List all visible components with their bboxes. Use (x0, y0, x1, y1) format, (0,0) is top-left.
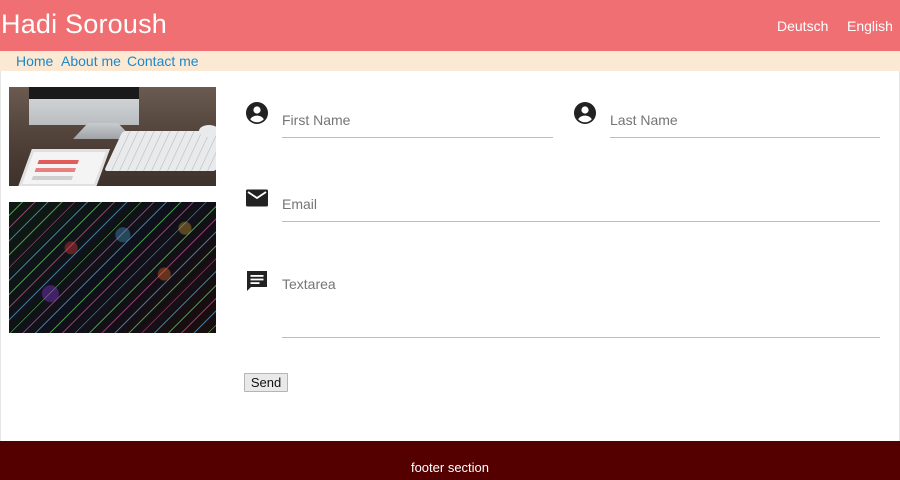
footer: footer section (0, 441, 900, 480)
mail-icon (246, 189, 268, 207)
textarea-underline (282, 337, 880, 338)
nav-home-link[interactable]: Home (16, 53, 53, 69)
nav-contact-link[interactable]: Contact me (127, 53, 199, 69)
message-icon (247, 271, 267, 291)
last-name-underline (610, 137, 880, 138)
textarea-field[interactable] (282, 276, 878, 332)
account-circle-icon (246, 102, 268, 124)
first-name-underline (282, 137, 553, 138)
send-button[interactable]: Send (244, 373, 288, 392)
first-name-field[interactable] (282, 108, 552, 132)
header: Hadi Soroush Deutsch English (0, 0, 900, 51)
nav-about-link[interactable]: About me (61, 53, 121, 69)
last-name-field[interactable] (610, 108, 878, 132)
desk-workspace-image (9, 87, 216, 186)
main-nav: Home About me Contact me (0, 51, 900, 71)
language-deutsch-link[interactable]: Deutsch (777, 18, 828, 34)
colorful-lines-image (9, 202, 216, 333)
email-underline (282, 221, 880, 222)
brand-title[interactable]: Hadi Soroush (1, 9, 167, 40)
language-english-link[interactable]: English (847, 18, 893, 34)
account-circle-icon (574, 102, 596, 124)
footer-text: footer section (410, 460, 490, 475)
email-field[interactable] (282, 192, 878, 216)
